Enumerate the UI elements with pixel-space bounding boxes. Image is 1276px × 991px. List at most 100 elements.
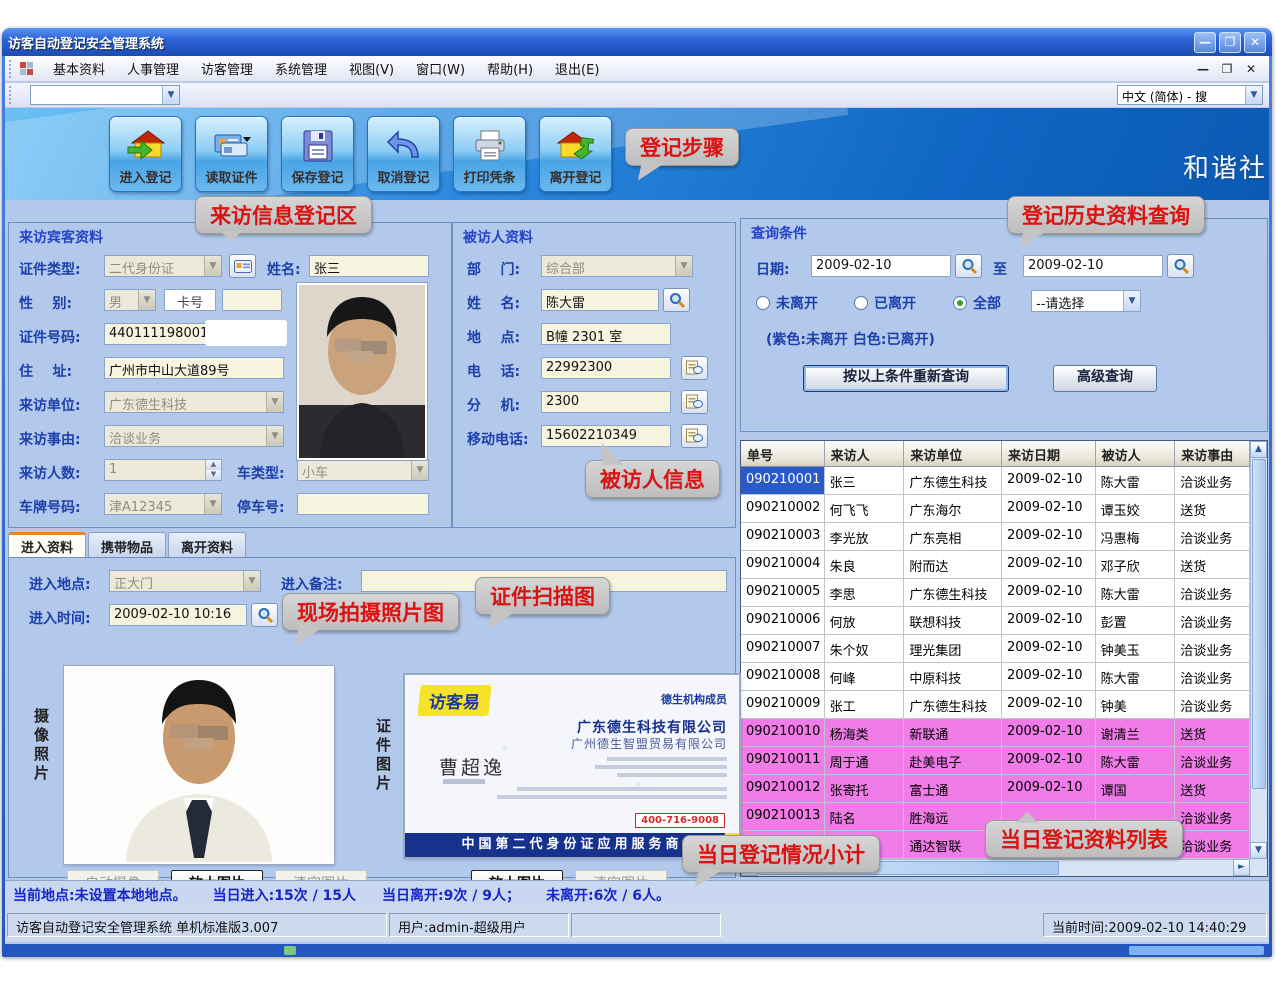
table-cell[interactable]: 陆名 xyxy=(825,803,905,831)
table-cell[interactable]: 赴美电子 xyxy=(904,747,1002,775)
table-cell[interactable]: 洽谈业务 xyxy=(1175,579,1250,607)
table-cell[interactable]: 洽谈业务 xyxy=(1175,831,1250,859)
table-cell[interactable]: 2009-02-10 xyxy=(1002,523,1096,551)
table-cell[interactable]: 洽谈业务 xyxy=(1175,523,1250,551)
chevron-down-icon[interactable]: ▼ xyxy=(1245,86,1262,104)
table-cell[interactable]: 广东德生科技 xyxy=(904,691,1002,719)
tab-离开资料[interactable]: 离开资料 xyxy=(168,532,246,557)
parking-input[interactable] xyxy=(297,493,429,515)
scroll-right-icon[interactable]: ► xyxy=(1233,859,1250,876)
advanced-query-button[interactable]: 高级查询 xyxy=(1053,365,1157,392)
toolbar-button-保存登记[interactable]: 保存登记 xyxy=(281,116,354,192)
table-cell[interactable]: 2009-02-10 xyxy=(1002,495,1096,523)
car-type-combo[interactable]: 小车▼ xyxy=(297,459,429,481)
table-cell[interactable]: 富士通 xyxy=(904,775,1002,803)
reason-combo[interactable]: 洽谈业务▼ xyxy=(104,425,284,447)
table-cell[interactable]: 钟美 xyxy=(1096,691,1176,719)
tab-携带物品[interactable]: 携带物品 xyxy=(88,532,166,557)
table-cell[interactable]: 洽谈业务 xyxy=(1175,803,1250,831)
restore-icon[interactable]: ❐ xyxy=(1219,32,1241,53)
date-to-picker-button[interactable] xyxy=(1167,254,1194,278)
column-header-来访单位[interactable]: 来访单位 xyxy=(904,441,1002,467)
column-header-来访事由[interactable]: 来访事由 xyxy=(1175,441,1250,467)
table-row[interactable]: 090210007朱个奴理光集团2009-02-10钟美玉洽谈业务 xyxy=(741,635,1250,663)
table-cell[interactable]: 2009-02-10 xyxy=(1002,607,1096,635)
table-cell[interactable]: 何放 xyxy=(825,607,905,635)
table-cell[interactable]: 何峰 xyxy=(825,663,905,691)
column-header-单号[interactable]: 单号 xyxy=(741,441,825,467)
table-cell[interactable]: 送货 xyxy=(1175,775,1250,803)
table-cell[interactable]: 谭国 xyxy=(1096,775,1176,803)
table-cell[interactable]: 090210006 xyxy=(741,607,825,635)
table-cell[interactable]: 090210001 xyxy=(741,467,825,495)
table-cell[interactable]: 送货 xyxy=(1175,495,1250,523)
stepper-up-icon[interactable]: ▲ xyxy=(206,460,221,470)
plate-combo[interactable]: 津A12345▼ xyxy=(104,493,222,515)
entry-place-combo[interactable]: 正大门▼ xyxy=(109,570,261,592)
toolbar-button-读取证件[interactable]: 读取证件 xyxy=(195,116,268,192)
address-input[interactable]: 广州市中山大道89号 xyxy=(104,357,284,379)
tab-进入资料[interactable]: 进入资料 xyxy=(8,532,86,557)
date-from-input[interactable]: 2009-02-10 xyxy=(811,255,951,277)
quick-select-combo[interactable]: ▼ xyxy=(30,85,180,105)
sms-ext-button[interactable] xyxy=(681,390,708,414)
table-cell[interactable]: 杨海类 xyxy=(825,719,905,747)
toolbar-button-打印凭条[interactable]: 打印凭条 xyxy=(453,116,526,192)
visitor-count-stepper[interactable]: 1 ▲▼ xyxy=(104,459,222,481)
menu-item[interactable]: 帮助(H) xyxy=(476,56,544,82)
table-cell[interactable]: 邓子欣 xyxy=(1096,551,1176,579)
table-cell[interactable]: 周于通 xyxy=(825,747,905,775)
close-icon[interactable]: ✕ xyxy=(1244,32,1266,53)
table-cell[interactable]: 朱良 xyxy=(825,551,905,579)
table-cell[interactable]: 彭置 xyxy=(1096,607,1176,635)
table-cell[interactable]: 谢清兰 xyxy=(1096,719,1176,747)
company-combo[interactable]: 广东德生科技▼ xyxy=(104,391,284,413)
table-row[interactable]: 090210003李光放广东亮相2009-02-10冯惠梅洽谈业务 xyxy=(741,523,1250,551)
table-row[interactable]: 090210012张寄托富士通2009-02-10谭国送货 xyxy=(741,775,1250,803)
cert-type-combo[interactable]: 二代身份证▼ xyxy=(104,255,222,277)
menu-item[interactable]: 访客管理 xyxy=(190,56,264,82)
table-cell[interactable]: 张寄托 xyxy=(825,775,905,803)
table-cell[interactable]: 洽谈业务 xyxy=(1175,663,1250,691)
table-row[interactable]: 090210002何飞飞广东海尔2009-02-10谭玉姣送货 xyxy=(741,495,1250,523)
table-row[interactable]: 090210011周于通赴美电子2009-02-10陈大雷洽谈业务 xyxy=(741,747,1250,775)
table-cell[interactable]: 送货 xyxy=(1175,719,1250,747)
language-combo[interactable]: 中文 (简体) - 搜 ▼ xyxy=(1117,85,1263,105)
vertical-scrollbar[interactable]: ▲ ▼ xyxy=(1250,441,1267,859)
table-cell[interactable]: 广东海尔 xyxy=(904,495,1002,523)
table-cell[interactable]: 090210005 xyxy=(741,579,825,607)
scroll-up-icon[interactable]: ▲ xyxy=(1250,441,1267,458)
table-cell[interactable]: 090210002 xyxy=(741,495,825,523)
table-cell[interactable]: 新联通 xyxy=(904,719,1002,747)
table-cell[interactable]: 陈大雷 xyxy=(1096,579,1176,607)
toolbar-button-取消登记[interactable]: 取消登记 xyxy=(367,116,440,192)
table-cell[interactable]: 洽谈业务 xyxy=(1175,747,1250,775)
table-cell[interactable]: 联想科技 xyxy=(904,607,1002,635)
mdi-restore-icon[interactable]: ❐ xyxy=(1219,62,1235,76)
interviewee-search-button[interactable] xyxy=(663,288,690,312)
table-cell[interactable]: 附而达 xyxy=(904,551,1002,579)
scrollbar-thumb[interactable] xyxy=(1252,459,1266,789)
table-cell[interactable]: 冯惠梅 xyxy=(1096,523,1176,551)
chevron-down-icon[interactable]: ▼ xyxy=(162,86,179,104)
visitor-name-input[interactable]: 张三 xyxy=(309,255,429,277)
table-cell[interactable]: 2009-02-10 xyxy=(1002,467,1096,495)
mdi-minimize-icon[interactable]: — xyxy=(1195,62,1211,76)
menu-item[interactable]: 视图(V) xyxy=(338,56,405,82)
table-cell[interactable]: 送货 xyxy=(1175,551,1250,579)
table-cell[interactable]: 陈大雷 xyxy=(1096,467,1176,495)
table-cell[interactable]: 090210010 xyxy=(741,719,825,747)
table-cell[interactable]: 090210008 xyxy=(741,663,825,691)
table-cell[interactable]: 广东德生科技 xyxy=(904,467,1002,495)
table-row[interactable]: 090210006何放联想科技2009-02-10彭置洽谈业务 xyxy=(741,607,1250,635)
table-cell[interactable]: 2009-02-10 xyxy=(1002,551,1096,579)
table-cell[interactable]: 090210013 xyxy=(741,803,825,831)
table-cell[interactable]: 090210003 xyxy=(741,523,825,551)
table-cell[interactable]: 2009-02-10 xyxy=(1002,635,1096,663)
column-header-被访人[interactable]: 被访人 xyxy=(1096,441,1176,467)
table-cell[interactable]: 洽谈业务 xyxy=(1175,607,1250,635)
table-cell[interactable]: 李思 xyxy=(825,579,905,607)
toolbar-button-进入登记[interactable]: 进入登记 xyxy=(109,116,182,192)
sms-mobile-button[interactable] xyxy=(681,424,708,448)
mdi-close-icon[interactable]: ✕ xyxy=(1243,62,1259,76)
